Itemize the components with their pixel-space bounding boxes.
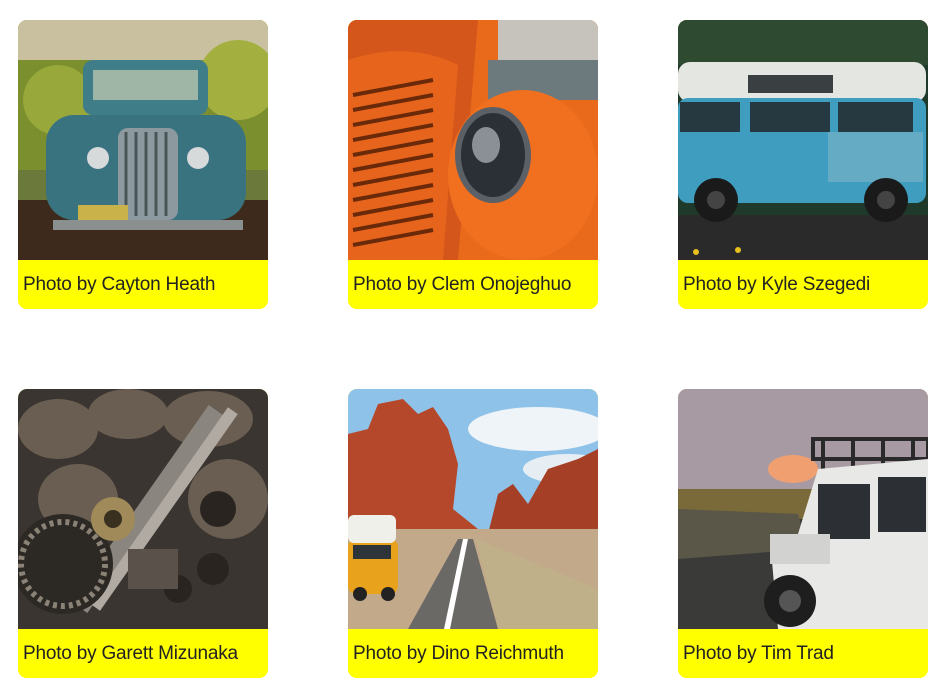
gallery-photo[interactable]: [678, 20, 928, 260]
photo-credit: Photo by Garett Mizunaka: [18, 629, 268, 678]
gallery-photo[interactable]: [348, 389, 598, 629]
gallery-card[interactable]: Photo by Clem Onojeghuo: [348, 20, 598, 309]
gallery-photo[interactable]: [18, 20, 268, 260]
gallery-card[interactable]: Photo by Dino Reichmuth: [348, 389, 598, 678]
gallery-card[interactable]: Photo by Tim Trad: [678, 389, 928, 678]
photo-credit: Photo by Tim Trad: [678, 629, 928, 678]
photo-credit: Photo by Clem Onojeghuo: [348, 260, 598, 309]
gallery-card[interactable]: Photo by Kyle Szegedi: [678, 20, 928, 309]
gallery-photo[interactable]: [678, 389, 928, 629]
gallery-card[interactable]: Photo by Garett Mizunaka: [18, 389, 268, 678]
gallery-card[interactable]: Photo by Cayton Heath: [18, 20, 268, 309]
photo-credit: Photo by Cayton Heath: [18, 260, 268, 309]
photo-credit: Photo by Kyle Szegedi: [678, 260, 928, 309]
gallery-photo[interactable]: [348, 20, 598, 260]
gallery-photo[interactable]: [18, 389, 268, 629]
photo-credit: Photo by Dino Reichmuth: [348, 629, 598, 678]
